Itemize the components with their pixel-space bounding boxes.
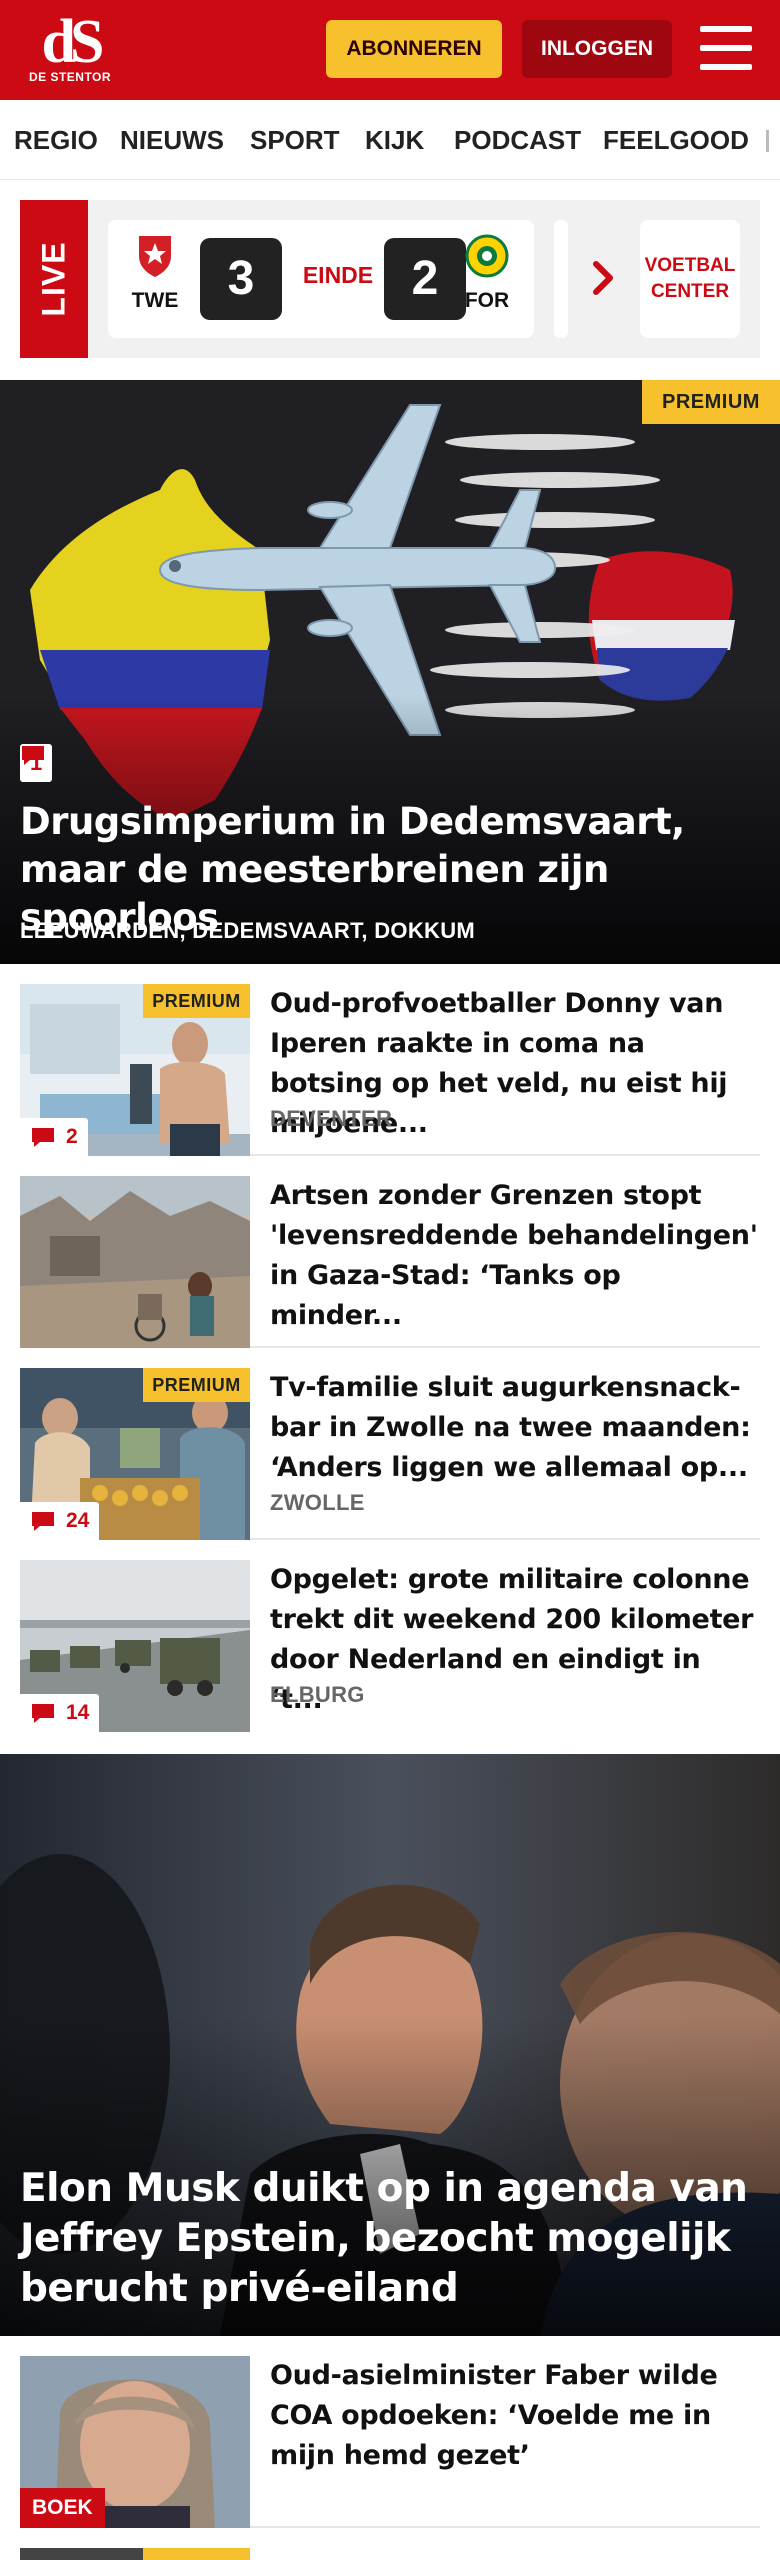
category-tag: BOEK xyxy=(20,2488,105,2528)
article-headline[interactable]: Tv-familie sluit augurkensnack­bar in Zw… xyxy=(270,1368,760,1488)
article-card[interactable]: 14 Opgelet: grote militaire colonne trek… xyxy=(20,1540,760,1754)
live-label: LIVE xyxy=(20,200,88,358)
comment-bubble-icon xyxy=(32,1704,54,1723)
article-location: ZWOLLE xyxy=(270,1490,365,1515)
nav-overflow-indicator xyxy=(766,130,769,152)
home-team-code: TWE xyxy=(131,289,179,312)
top-header: dS DE STENTOR ABONNEREN INLOGGEN xyxy=(0,0,780,100)
comment-count-badge[interactable]: 24 xyxy=(20,1502,100,1540)
hero-article[interactable]: PREMIUM 1 Drugsimperium in Dedemsvaart, … xyxy=(0,380,780,964)
subscribe-button[interactable]: ABONNEREN xyxy=(326,20,502,78)
article-thumbnail: PREMIUM 24 xyxy=(20,1368,250,1540)
home-team: TWE xyxy=(120,234,190,313)
voetbal-center-link[interactable]: VOETBAL CENTER xyxy=(640,220,740,338)
logo-subtitle: DE STENTOR xyxy=(28,70,112,84)
article-card[interactable]: BOEK Oud-asielminister Faber wilde COA o… xyxy=(20,2336,760,2528)
article-thumbnail: BOEK xyxy=(20,2356,250,2528)
fc-twente-crest-icon xyxy=(139,236,171,277)
voetbal-center-line2: CENTER xyxy=(650,281,730,302)
logo-mark: dS xyxy=(41,8,105,76)
featured-headline[interactable]: Elon Musk duikt op in agenda van Jeffrey… xyxy=(20,2164,760,2314)
article-thumbnail: PREMIUM 2 xyxy=(20,984,250,1156)
nav-item-podcast[interactable]: PODCAST xyxy=(454,100,581,179)
nav-item-kijk[interactable]: KIJK xyxy=(365,100,424,179)
login-button[interactable]: INLOGGEN xyxy=(522,20,672,78)
premium-badge: PREMIUM xyxy=(642,380,780,424)
live-scores-bar: LIVE TWE 3 EINDE 2 FOR VOETBAL CENTER xyxy=(20,200,760,358)
article-location: DEVENTER xyxy=(270,1106,393,1131)
comment-bubble-icon xyxy=(32,1128,54,1147)
premium-badge-edge xyxy=(143,2548,250,2560)
voetbal-center-line1: VOETBAL xyxy=(644,255,736,276)
article-card[interactable]: Artsen zonder Grenzen stopt 'levensredde… xyxy=(20,1156,760,1348)
fortuna-sittard-crest-icon xyxy=(465,234,509,278)
comment-bubble-icon xyxy=(22,746,44,765)
article-thumbnail xyxy=(20,1176,250,1348)
hamburger-menu-icon[interactable] xyxy=(700,24,752,72)
site-logo[interactable]: dS DE STENTOR xyxy=(28,8,112,86)
match-status: EINDE xyxy=(302,262,374,288)
premium-badge: PREMIUM xyxy=(143,1368,250,1402)
comment-count: 2 xyxy=(66,1125,78,1148)
comment-count-badge[interactable]: 1 xyxy=(20,744,53,782)
article-card[interactable]: PREMIUM 2 Oud-profvoetballer Donny van I… xyxy=(20,964,760,1156)
chevron-right-icon[interactable] xyxy=(588,258,618,298)
nav-item-sport[interactable]: SPORT xyxy=(250,100,340,179)
comment-count: 24 xyxy=(66,1509,90,1532)
nav-item-nieuws[interactable]: NIEUWS xyxy=(120,100,224,179)
away-team: FOR xyxy=(452,234,522,313)
featured-article[interactable]: Elon Musk duikt op in agenda van Jeffrey… xyxy=(0,1754,780,2336)
article-thumbnail: 14 xyxy=(20,1560,250,1732)
away-team-code: FOR xyxy=(464,289,510,312)
premium-badge: PREMIUM xyxy=(143,984,250,1018)
article-headline[interactable]: Oud-asielminister Faber wilde COA opdoek… xyxy=(270,2356,760,2476)
article-card[interactable]: PREMIUM 24 Tv-familie sluit augurkensnac… xyxy=(20,1348,760,1540)
article-headline[interactable]: Artsen zonder Grenzen stopt 'levensredde… xyxy=(270,1176,760,1336)
hero-locations: LEEUWARDEN, DEDEMSVAART, DOKKUM xyxy=(20,918,476,943)
nav-item-feelgood[interactable]: FEELGOOD xyxy=(603,100,749,179)
comment-count-badge[interactable]: 2 xyxy=(20,1118,88,1156)
comment-count: 14 xyxy=(66,1701,90,1724)
section-nav: REGIO NIEUWS SPORT KIJK PODCAST FEELGOOD xyxy=(0,100,780,180)
article-location: ELBURG xyxy=(270,1682,365,1707)
comment-bubble-icon xyxy=(32,1512,54,1531)
next-match-card-edge[interactable] xyxy=(554,220,568,338)
nav-item-regio[interactable]: REGIO xyxy=(14,100,98,179)
comment-count-badge[interactable]: 14 xyxy=(20,1694,100,1732)
match-card[interactable]: TWE 3 EINDE 2 FOR xyxy=(108,220,534,338)
home-score: 3 xyxy=(200,238,282,320)
